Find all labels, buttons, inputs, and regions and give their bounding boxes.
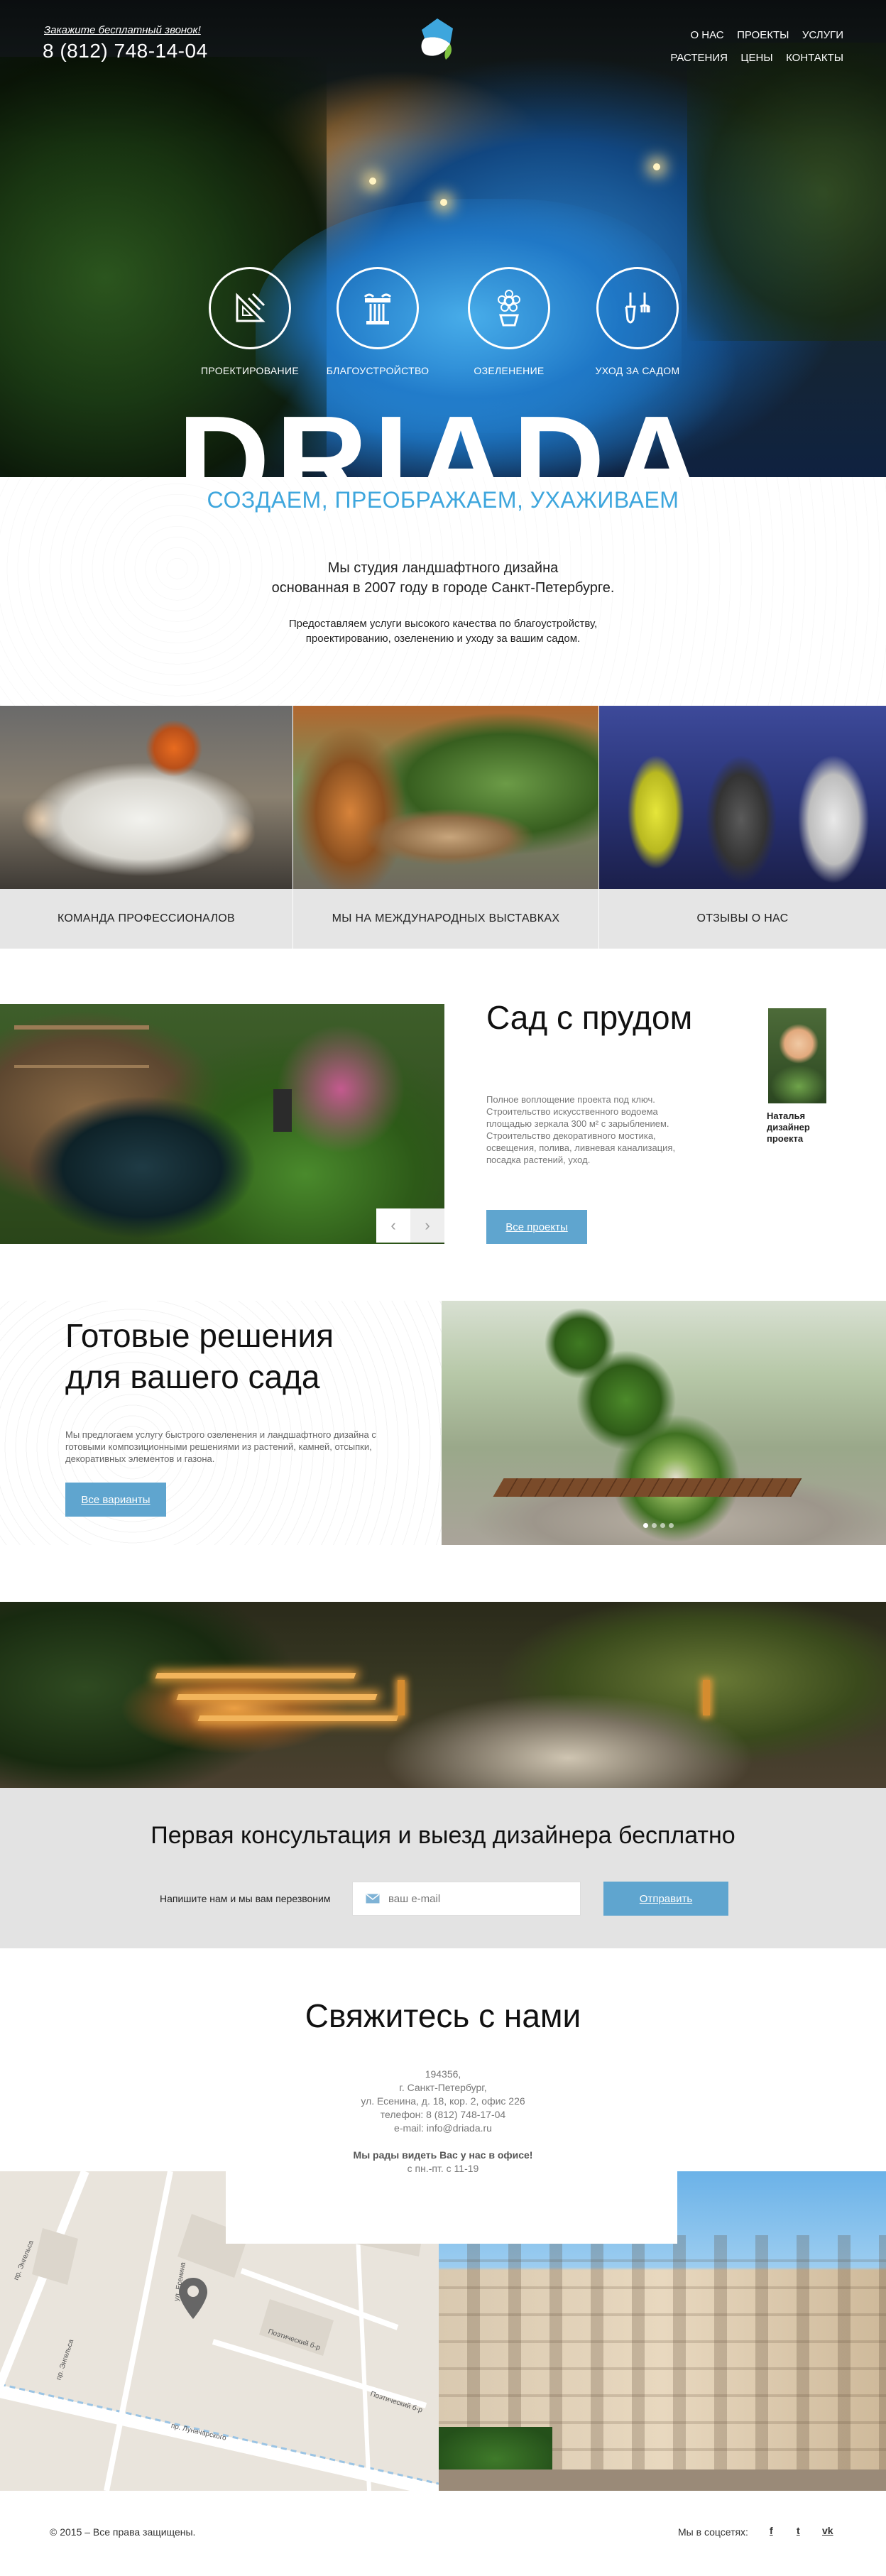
slider-dot[interactable] — [652, 1523, 657, 1528]
consultation-label: Напишите нам и мы вам перезвоним — [160, 1893, 331, 1904]
contacts-card — [226, 2171, 677, 2244]
tile-caption: КОМАНДА ПРОФЕССИОНАЛОВ — [0, 889, 292, 949]
pavement — [439, 2469, 886, 2491]
consultation-section — [0, 1788, 886, 1948]
bridge — [14, 1025, 149, 1068]
service-design[interactable]: ПРОЕКТИРОВАНИЕ — [182, 267, 317, 376]
envelope-icon — [366, 1894, 380, 1904]
project-description: Полное воплощение проекта под ключ. Стро… — [486, 1094, 676, 1165]
exhibition-photo — [293, 706, 598, 889]
garden-lamp — [398, 1680, 405, 1715]
step-light — [155, 1673, 356, 1679]
email-field[interactable] — [352, 1882, 581, 1916]
nav-services[interactable]: УСЛУГИ — [802, 29, 843, 41]
ready-description: Мы предлогаем услугу быстрого озеленения… — [65, 1429, 376, 1464]
light — [369, 178, 376, 185]
slider-dot[interactable] — [669, 1523, 674, 1528]
twitter-icon[interactable]: t — [797, 2525, 800, 2536]
intro-text: Мы студия ландшафтного дизайна основанна… — [271, 560, 615, 596]
step-light — [176, 1694, 378, 1700]
nav-prices[interactable]: ЦЕНЫ — [740, 52, 772, 64]
lantern — [273, 1089, 292, 1132]
tile-reviews[interactable]: ОТЗЫВЫ О НАС — [599, 706, 886, 949]
contacts-title: Свяжитесь с нами — [305, 1997, 581, 2034]
tile-caption: ОТЗЫВЫ О НАС — [599, 889, 886, 949]
ready-slider-dots — [643, 1523, 674, 1528]
team-photo — [0, 706, 292, 889]
intro-section: СОЗДАЕМ, ПРЕОБРАЖАЕМ, УХАЖИВАЕМ Мы студи… — [0, 477, 886, 706]
slider-dot[interactable] — [660, 1523, 665, 1528]
service-greening[interactable]: ОЗЕЛЕНЕНИЕ — [442, 267, 576, 376]
tile-caption: МЫ НА МЕЖДУНАРОДНЫХ ВЫСТАВКАХ — [293, 889, 598, 949]
vk-icon[interactable]: vk — [822, 2525, 833, 2536]
copyright: © 2015 – Все права защищены. — [50, 2526, 196, 2538]
contacts-address: 194356, г. Санкт-Петербург, ул. Есенина,… — [361, 2068, 525, 2134]
callback-link[interactable]: Закажите бесплатный звонок! — [44, 24, 201, 36]
designer-caption: Наталья дизайнер проекта — [767, 1110, 810, 1144]
main-nav: О НАС ПРОЕКТЫ УСЛУГИ РАСТЕНИЯ ЦЕНЫ КОНТА… — [659, 24, 843, 70]
service-label: ПРОЕКТИРОВАНИЕ — [201, 365, 299, 376]
designer-avatar — [767, 1007, 828, 1105]
tile-exhibitions[interactable]: МЫ НА МЕЖДУНАРОДНЫХ ВЫСТАВКАХ — [293, 706, 598, 949]
reviews-photo — [599, 706, 886, 889]
logo-icon — [421, 18, 453, 60]
drafting-tools-icon — [236, 293, 266, 322]
social-label: Мы в соцсетях: — [678, 2526, 748, 2538]
service-label: УХОД ЗА САДОМ — [595, 365, 680, 376]
header-phone: 8 (812) 748-14-04 — [43, 40, 208, 62]
nav-plants[interactable]: РАСТЕНИЯ — [670, 52, 728, 64]
ready-slide-image — [442, 1301, 886, 1545]
nav-projects[interactable]: ПРОЕКТЫ — [737, 29, 789, 41]
submit-button[interactable]: Отправить — [603, 1882, 728, 1916]
service-label: ОЗЕЛЕНЕНИЕ — [474, 365, 545, 376]
service-garden-care[interactable]: УХОД ЗА САДОМ — [570, 267, 705, 376]
logo[interactable] — [409, 14, 466, 71]
night-garden-banner — [0, 1602, 886, 1788]
light — [653, 163, 660, 170]
service-improvement[interactable]: БЛАГОУСТРОЙСТВО — [310, 267, 445, 376]
project-title: Сад с прудом — [486, 999, 693, 1036]
deck-path — [493, 1478, 802, 1497]
tagline: СОЗДАЕМ, ПРЕОБРАЖАЕМ, УХАЖИВАЕМ — [207, 487, 679, 513]
flower-icon — [498, 290, 520, 327]
service-label: БЛАГОУСТРОЙСТВО — [326, 365, 430, 376]
email-input[interactable] — [388, 1892, 566, 1905]
all-projects-button[interactable]: Все проекты — [486, 1210, 587, 1244]
map-pin-icon[interactable] — [177, 2276, 209, 2320]
garden-lamp — [703, 1680, 710, 1715]
ready-title: Готовые решения для вашего сада — [65, 1317, 334, 1395]
project-next-button[interactable]: › — [410, 1208, 444, 1243]
nav-about[interactable]: О НАС — [690, 29, 723, 41]
all-variants-button[interactable]: Все варианты — [65, 1483, 166, 1517]
column-icon — [363, 293, 392, 324]
garden-tools-icon — [625, 293, 650, 324]
intro-subtext: Предоставляем услуги высокого качества п… — [288, 618, 598, 645]
project-prev-button[interactable]: ‹ — [376, 1208, 410, 1243]
facebook-icon[interactable]: f — [770, 2525, 773, 2536]
step-light — [197, 1715, 399, 1721]
contacts-welcome: Мы рады видеть Вас у нас в офисе! с пн.-… — [353, 2149, 533, 2174]
light — [440, 199, 447, 206]
tile-team[interactable]: КОМАНДА ПРОФЕССИОНАЛОВ — [0, 706, 292, 949]
consultation-title: Первая консультация и выезд дизайнера бе… — [151, 1822, 735, 1849]
nav-contacts[interactable]: КОНТАКТЫ — [786, 52, 843, 64]
slider-dot[interactable] — [643, 1523, 648, 1528]
